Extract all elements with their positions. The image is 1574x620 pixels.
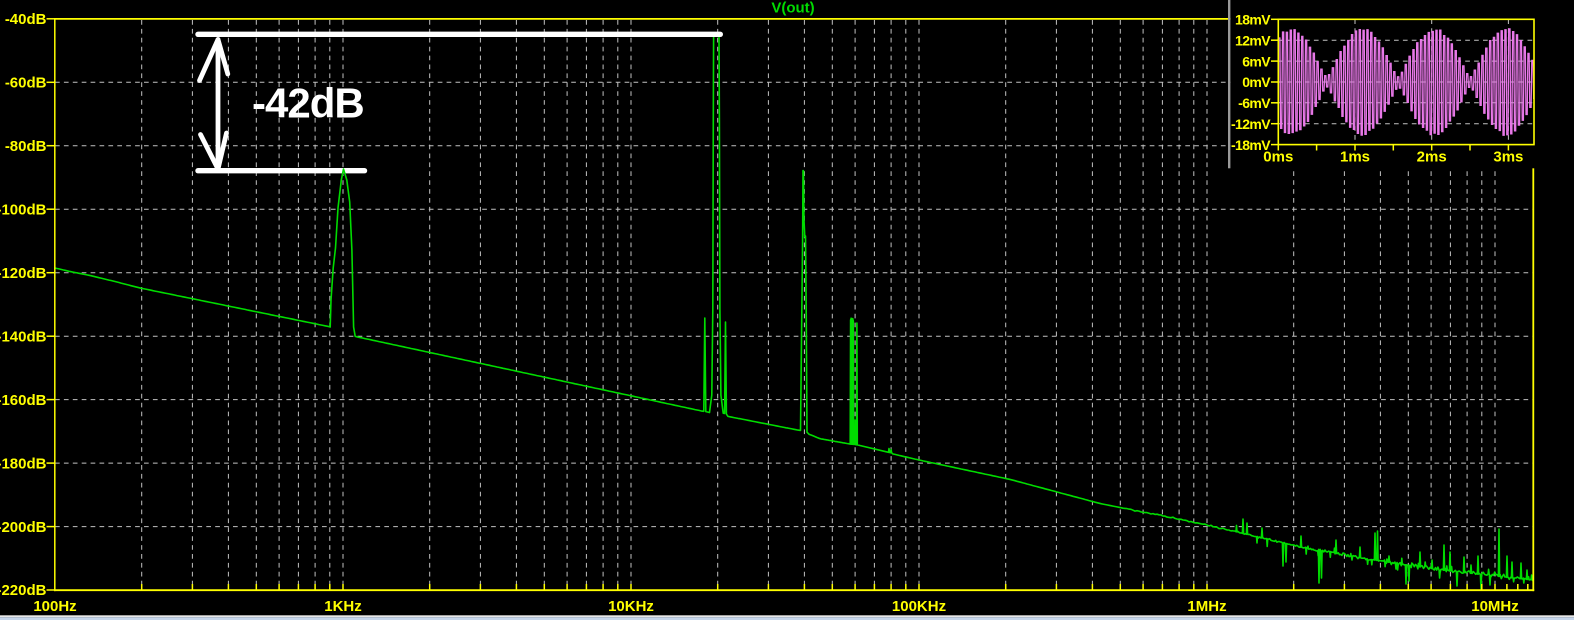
svg-text:-60dB: -60dB [5,75,47,92]
svg-text:100KHz: 100KHz [892,598,946,615]
svg-text:2ms: 2ms [1417,149,1447,166]
svg-text:10KHz: 10KHz [608,598,654,615]
svg-text:V(out): V(out) [771,0,814,17]
svg-text:-140dB: -140dB [0,328,47,345]
svg-text:-160dB: -160dB [0,392,47,409]
svg-text:6mV: 6mV [1242,53,1271,69]
svg-text:100Hz: 100Hz [33,598,76,615]
svg-text:-42dB: -42dB [252,80,364,127]
svg-text:3ms: 3ms [1493,149,1523,166]
svg-text:1ms: 1ms [1340,149,1370,166]
svg-text:-40dB: -40dB [5,11,47,28]
svg-text:12mV: 12mV [1235,32,1271,48]
svg-text:-100dB: -100dB [0,201,47,218]
svg-text:-220dB: -220dB [0,582,47,599]
svg-text:-120dB: -120dB [0,265,47,282]
svg-text:1MHz: 1MHz [1187,598,1226,615]
svg-text:1KHz: 1KHz [324,598,362,615]
svg-text:-180dB: -180dB [0,455,47,472]
svg-text:-6mV: -6mV [1238,95,1271,111]
svg-text:-80dB: -80dB [5,138,47,155]
svg-text:10MHz: 10MHz [1471,598,1519,615]
svg-text:-200dB: -200dB [0,519,47,536]
svg-text:0mV: 0mV [1242,74,1271,90]
svg-text:18mV: 18mV [1235,12,1271,28]
svg-text:0ms: 0ms [1263,149,1293,166]
svg-text:-12mV: -12mV [1231,116,1271,132]
